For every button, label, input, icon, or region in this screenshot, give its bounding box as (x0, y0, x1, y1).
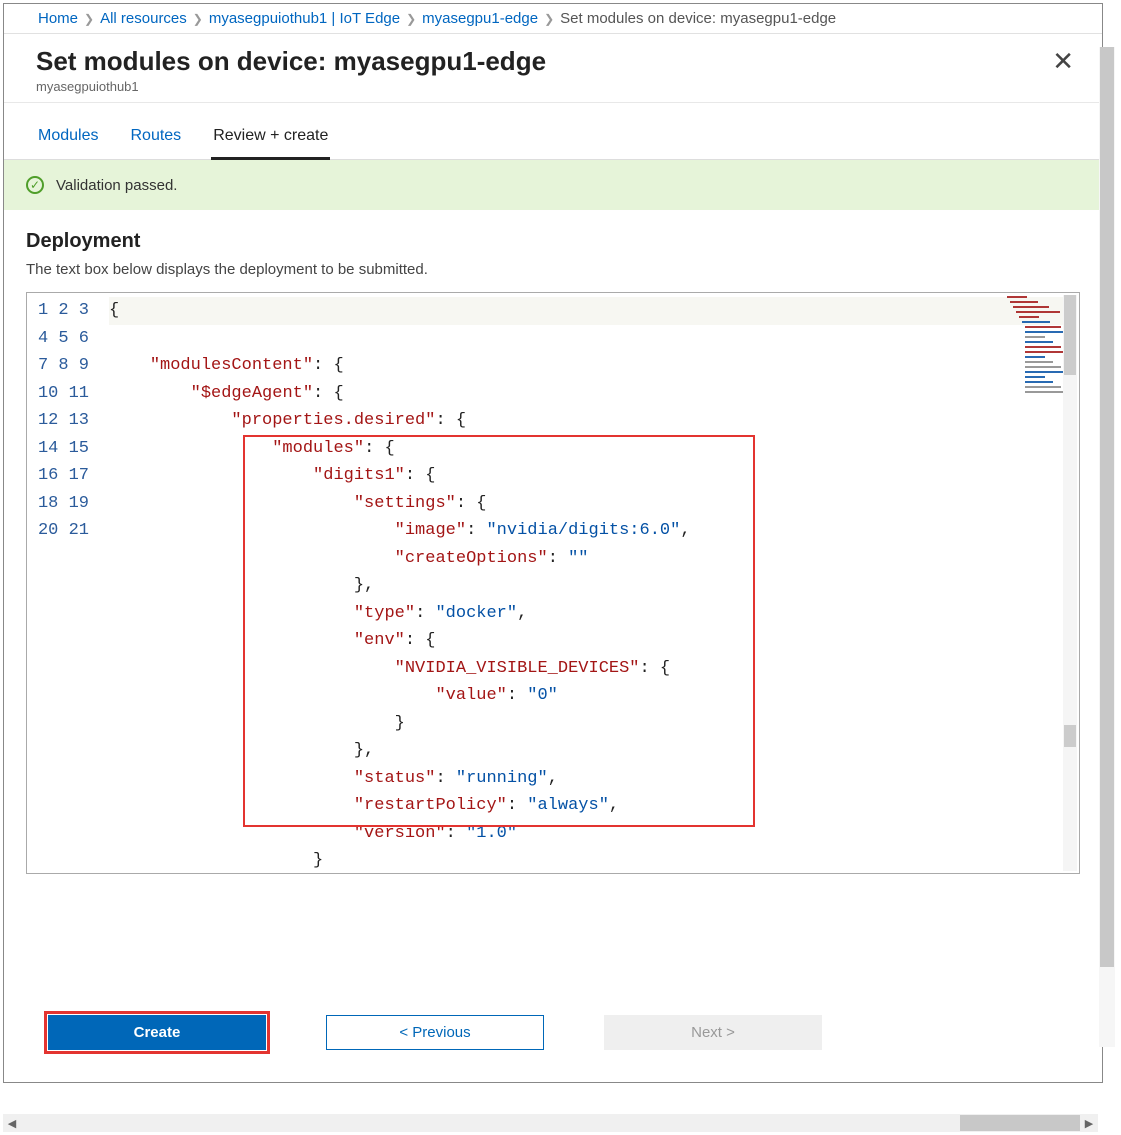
scrollbar-thumb[interactable] (1064, 725, 1076, 747)
tab-modules[interactable]: Modules (36, 117, 100, 160)
scroll-right-icon[interactable]: ▶ (1080, 1117, 1098, 1130)
breadcrumb-home[interactable]: Home (38, 10, 78, 27)
chevron-right-icon: ❯ (544, 12, 554, 26)
page-header: Set modules on device: myasegpu1-edge my… (4, 34, 1102, 103)
close-icon[interactable]: ✕ (1046, 46, 1080, 77)
deployment-heading: Deployment (26, 230, 1080, 253)
scrollbar-thumb[interactable] (1100, 47, 1114, 967)
validation-banner: ✓ Validation passed. (4, 160, 1102, 210)
breadcrumb-edge-device[interactable]: myasegpu1-edge (422, 10, 538, 27)
chevron-right-icon: ❯ (84, 12, 94, 26)
breadcrumb-all-resources[interactable]: All resources (100, 10, 187, 27)
editor-gutter: 1 2 3 4 5 6 7 8 9 10 11 12 13 14 15 16 1… (27, 293, 103, 873)
content-area: Deployment The text box below displays t… (4, 210, 1102, 1082)
tab-review-create[interactable]: Review + create (211, 117, 330, 160)
chevron-right-icon: ❯ (193, 12, 203, 26)
editor-code[interactable]: { "modulesContent": { "$edgeAgent": { "p… (103, 293, 1079, 873)
page-horizontal-scrollbar[interactable]: ◀ ▶ (3, 1114, 1098, 1132)
scroll-left-icon[interactable]: ◀ (3, 1117, 21, 1130)
json-editor[interactable]: 1 2 3 4 5 6 7 8 9 10 11 12 13 14 15 16 1… (26, 292, 1080, 874)
deployment-description: The text box below displays the deployme… (26, 261, 1080, 278)
check-circle-icon: ✓ (26, 176, 44, 194)
chevron-right-icon: ❯ (406, 12, 416, 26)
page-vertical-scrollbar[interactable] (1099, 47, 1115, 1047)
breadcrumb: Home ❯ All resources ❯ myasegpuiothub1 |… (4, 4, 1102, 34)
next-button: Next > (604, 1015, 822, 1050)
breadcrumb-current: Set modules on device: myasegpu1-edge (560, 10, 836, 27)
scrollbar-thumb[interactable] (1064, 295, 1076, 375)
breadcrumb-iothub[interactable]: myasegpuiothub1 | IoT Edge (209, 10, 400, 27)
editor-scrollbar[interactable] (1063, 295, 1077, 871)
tabs: Modules Routes Review + create (4, 117, 1102, 160)
tab-routes[interactable]: Routes (128, 117, 183, 160)
page-subtitle: myasegpuiothub1 (36, 79, 546, 94)
create-button[interactable]: Create (48, 1015, 266, 1050)
scrollbar-thumb[interactable] (960, 1115, 1080, 1131)
page-title: Set modules on device: myasegpu1-edge (36, 46, 546, 77)
validation-text: Validation passed. (56, 177, 177, 194)
previous-button[interactable]: < Previous (326, 1015, 544, 1050)
page-frame: Home ❯ All resources ❯ myasegpuiothub1 |… (3, 3, 1103, 1083)
footer-buttons: Create < Previous Next > (26, 997, 1080, 1072)
